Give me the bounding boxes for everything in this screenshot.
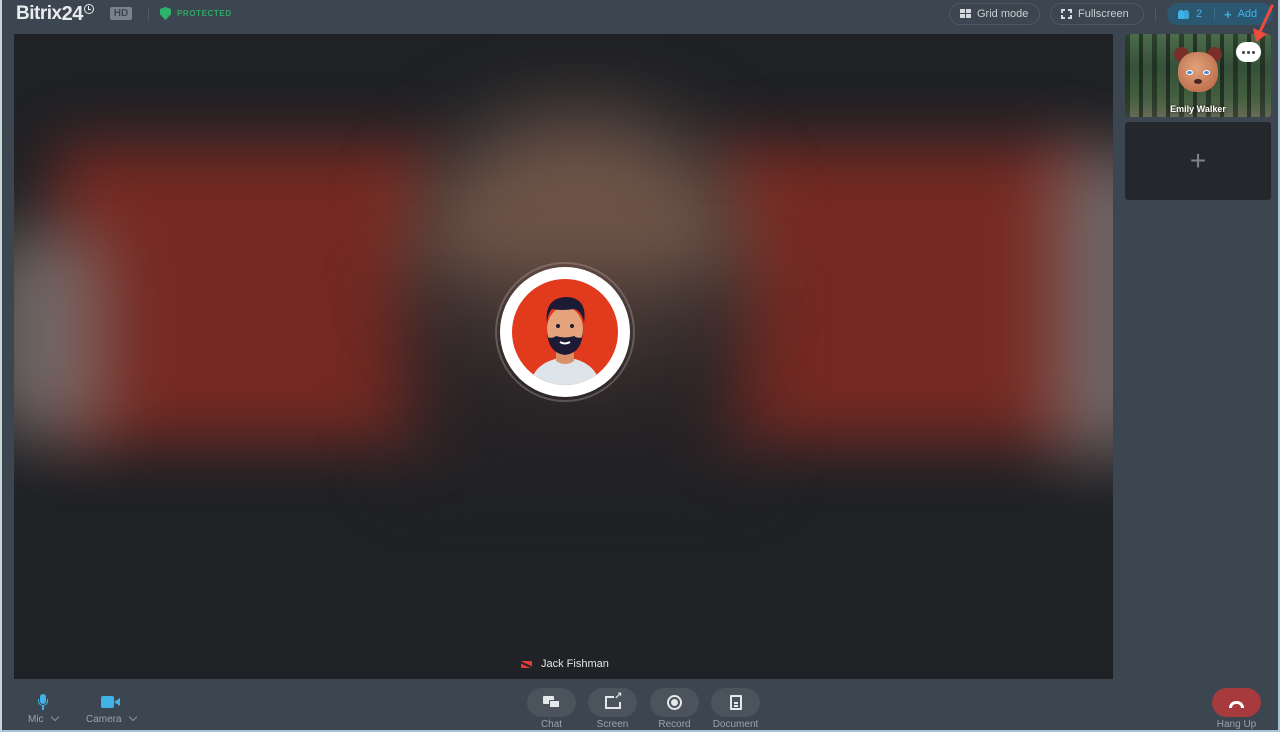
participant-avatar (495, 262, 635, 402)
camera-off-icon (521, 660, 532, 668)
man-avatar-icon (530, 297, 600, 385)
main-video-area[interactable]: Jack Fishman (14, 34, 1113, 679)
logo-number: 24 (61, 3, 84, 25)
hangup-label: Hang Up (1216, 719, 1257, 730)
bear-avatar (1174, 47, 1222, 97)
chat-control[interactable]: Chat (527, 688, 576, 730)
bottom-control-bar: Mic Camera Chat Screen (2, 684, 1280, 730)
hangup-control[interactable]: Hang Up (1212, 688, 1261, 730)
fullscreen-label: Fullscreen (1078, 8, 1129, 20)
shield-icon (160, 7, 171, 20)
document-label: Document (712, 719, 759, 730)
record-icon (667, 695, 682, 710)
hangup-button[interactable] (1212, 688, 1261, 717)
grid-icon (960, 9, 971, 19)
dot (1242, 50, 1245, 54)
clock-icon (83, 4, 94, 14)
screen-share-control[interactable]: Screen (588, 688, 637, 730)
participant-name: Jack Fishman (541, 658, 609, 670)
video-call-app: Bitrix 24 HD PROTECTED Grid mode Fullscre… (0, 0, 1280, 732)
top-bar: Bitrix 24 HD PROTECTED Grid mode Fullscre… (2, 0, 1280, 28)
video-camera-icon (101, 696, 121, 708)
dot (1252, 50, 1255, 54)
record-control[interactable]: Record (650, 688, 699, 730)
divider (148, 7, 149, 21)
chat-icon (543, 696, 560, 709)
more-options-button[interactable] (1236, 42, 1261, 62)
divider (1155, 7, 1156, 21)
chevron-down-icon[interactable] (50, 712, 59, 721)
participants-count: 2 (1196, 8, 1203, 20)
grid-mode-button[interactable]: Grid mode (949, 3, 1040, 25)
camera-control[interactable]: Camera (86, 694, 137, 725)
logo-text: Bitrix (16, 3, 62, 24)
protected-indicator: PROTECTED (160, 7, 232, 20)
hd-badge: HD (110, 7, 132, 20)
participant-thumbnail[interactable]: Emily Walker (1125, 34, 1271, 117)
annotation-arrow-icon (1253, 4, 1274, 42)
screen-label: Screen (596, 719, 629, 730)
record-button[interactable] (650, 688, 699, 717)
camera-label: Camera (86, 714, 122, 725)
document-button[interactable] (711, 688, 760, 717)
record-label: Record (658, 719, 691, 730)
document-icon (729, 695, 742, 710)
users-icon (1178, 9, 1190, 19)
protected-label: PROTECTED (177, 9, 232, 18)
document-control[interactable]: Document (711, 688, 760, 730)
grid-mode-label: Grid mode (977, 8, 1029, 20)
mic-label: Mic (28, 714, 44, 725)
chevron-down-icon[interactable] (128, 712, 137, 721)
screen-share-button[interactable] (588, 688, 637, 717)
dot (1247, 50, 1250, 54)
participants-button[interactable]: 2 (1167, 8, 1214, 20)
phone-hangup-icon (1229, 700, 1244, 708)
thumbnail-name: Emily Walker (1170, 104, 1226, 114)
screen-share-icon (604, 692, 623, 709)
plus-icon: + (1224, 6, 1232, 22)
bitrix24-logo: Bitrix 24 (16, 3, 94, 26)
participant-name-tag: Jack Fishman (513, 654, 617, 674)
add-participant-tile[interactable]: + (1125, 122, 1271, 200)
fullscreen-icon (1061, 9, 1072, 19)
plus-icon: + (1189, 145, 1207, 176)
mic-control[interactable]: Mic (28, 694, 59, 725)
fullscreen-button[interactable]: Fullscreen (1050, 3, 1144, 25)
chat-label: Chat (540, 719, 563, 730)
chat-button[interactable] (527, 688, 576, 717)
avatar-image (512, 279, 618, 385)
microphone-icon (37, 694, 48, 710)
